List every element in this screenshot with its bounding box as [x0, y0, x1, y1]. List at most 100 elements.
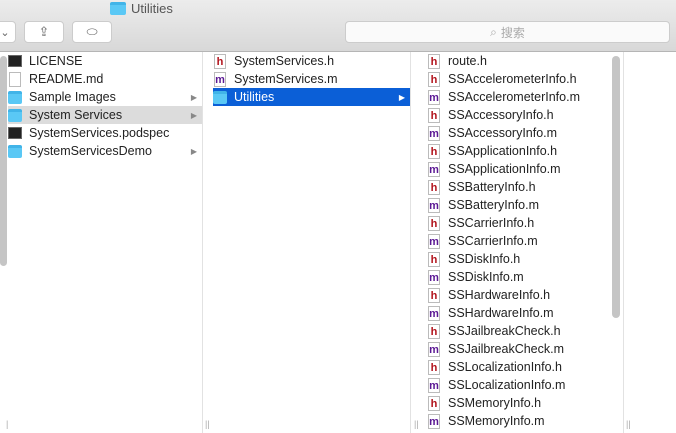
share-button[interactable]: ⇪: [24, 21, 64, 43]
objc-file-icon: m: [428, 161, 440, 177]
list-item[interactable]: SystemServices.podspec: [8, 124, 202, 142]
chevron-down-icon: ⌄: [0, 26, 10, 39]
column-resize-handle[interactable]: ||: [414, 419, 419, 429]
list-item[interactable]: h SSMemoryInfo.h: [427, 394, 623, 412]
list-item[interactable]: h SSAccelerometerInfo.h: [427, 70, 623, 88]
column-3: h route.h h SSAccelerometerInfo.h m SSAcceler…: [411, 52, 624, 433]
objc-file-icon: m: [428, 269, 440, 285]
list-item[interactable]: m SSApplicationInfo.m: [427, 160, 623, 178]
item-label: SSJailbreakCheck.m: [448, 342, 565, 356]
list-item[interactable]: m SSBatteryInfo.m: [427, 196, 623, 214]
item-label: SSLocalizationInfo.h: [448, 360, 562, 374]
list-item[interactable]: m SSJailbreakCheck.m: [427, 340, 623, 358]
objc-file-icon: m: [428, 413, 440, 429]
item-label: SSBatteryInfo.h: [448, 180, 536, 194]
item-label: SSCarrierInfo.h: [448, 216, 535, 230]
tag-icon: ⬭: [86, 24, 98, 39]
list-item[interactable]: h SSApplicationInfo.h: [427, 142, 623, 160]
item-label: SystemServices.m: [234, 72, 338, 86]
folder-icon: [8, 108, 22, 123]
objc-file-icon: m: [428, 377, 440, 393]
view-options-button[interactable]: ⌄: [0, 21, 16, 43]
list-item[interactable]: h SSCarrierInfo.h: [427, 214, 623, 232]
item-label: SSHardwareInfo.m: [448, 306, 554, 320]
list-item[interactable]: SystemServicesDemo ▶: [8, 142, 202, 160]
window-title: Utilities: [110, 0, 173, 17]
item-label: Utilities: [234, 90, 275, 104]
list-item[interactable]: Sample Images ▶: [8, 88, 202, 106]
item-label: SSAccelerometerInfo.m: [448, 90, 580, 104]
disclosure-arrow-icon: ▶: [398, 92, 405, 102]
header-file-icon: h: [427, 53, 441, 69]
item-label: SSLocalizationInfo.m: [448, 378, 566, 392]
item-label: SystemServicesDemo: [29, 144, 152, 158]
objc-file-icon: m: [428, 341, 440, 357]
item-label: LICENSE: [29, 54, 83, 68]
column-resize-handle[interactable]: |: [6, 419, 8, 429]
header-file-icon: h: [427, 251, 441, 267]
list-item[interactable]: README.md: [8, 70, 202, 88]
disclosure-arrow-icon: ▶: [190, 146, 197, 156]
objc-file-icon: m: [428, 305, 440, 321]
list-item[interactable]: h SystemServices.h: [213, 52, 410, 70]
scrollbar-column-3[interactable]: [612, 56, 620, 318]
header-file-icon: h: [427, 323, 441, 339]
header-file-icon: h: [427, 359, 441, 375]
header-file-icon: h: [427, 143, 441, 159]
header-file-icon: h: [427, 287, 441, 303]
terminal-file-icon: [8, 54, 22, 69]
header-file-icon: h: [427, 71, 441, 87]
item-label: SSMemoryInfo.h: [448, 396, 542, 410]
search-placeholder: 搜索: [500, 25, 525, 40]
list-item[interactable]: LICENSE: [8, 52, 202, 70]
list-item[interactable]: h SSHardwareInfo.h: [427, 286, 623, 304]
list-item[interactable]: m SSCarrierInfo.m: [427, 232, 623, 250]
list-item[interactable]: m SSAccessoryInfo.m: [427, 124, 623, 142]
header-file-icon: h: [427, 179, 441, 195]
list-item[interactable]: m SSMemoryInfo.m: [427, 412, 623, 430]
disclosure-arrow-icon: ▶: [190, 92, 197, 102]
item-label: SSDiskInfo.m: [448, 270, 524, 284]
column-2: h SystemServices.h m SystemServices.m Utilit…: [203, 52, 411, 433]
objc-file-icon: m: [428, 197, 440, 213]
list-item[interactable]: m SSHardwareInfo.m: [427, 304, 623, 322]
list-item[interactable]: m SSLocalizationInfo.m: [427, 376, 623, 394]
item-label: SSAccelerometerInfo.h: [448, 72, 577, 86]
column-1: LICENSE README.md Sample Images ▶ System Ser…: [0, 52, 203, 433]
column-resize-handle[interactable]: ||: [626, 419, 631, 429]
item-label: Sample Images: [29, 90, 116, 104]
header-file-icon: h: [427, 395, 441, 411]
list-item[interactable]: h SSDiskInfo.h: [427, 250, 623, 268]
tag-button[interactable]: ⬭: [72, 21, 112, 43]
objc-file-icon: m: [214, 71, 226, 87]
item-label: SSJailbreakCheck.h: [448, 324, 561, 338]
column-resize-handle[interactable]: ||: [205, 419, 210, 429]
list-item[interactable]: h SSBatteryInfo.h: [427, 178, 623, 196]
list-item[interactable]: m SSAccelerometerInfo.m: [427, 88, 623, 106]
list-item[interactable]: m SSDiskInfo.m: [427, 268, 623, 286]
share-icon: ⇪: [38, 24, 50, 39]
objc-file-icon: m: [428, 125, 440, 141]
list-item[interactable]: m SystemServices.m: [213, 70, 410, 88]
list-item[interactable]: h route.h: [427, 52, 623, 70]
folder-icon: [110, 2, 126, 15]
list-item[interactable]: Utilities ▶: [213, 88, 410, 106]
folder-icon: [8, 90, 22, 105]
list-item[interactable]: System Services ▶: [8, 106, 202, 124]
item-label: SSApplicationInfo.h: [448, 144, 558, 158]
item-label: SSDiskInfo.h: [448, 252, 521, 266]
search-input[interactable]: ⌕ 搜索: [345, 21, 670, 43]
item-label: SystemServices.h: [234, 54, 335, 68]
folder-icon: [213, 90, 227, 105]
item-label: README.md: [29, 72, 104, 86]
toolbar: Utilities ⌄ ⇪ ⬭ ⌕ 搜索: [0, 0, 676, 52]
item-label: route.h: [448, 54, 487, 68]
item-label: SystemServices.podspec: [29, 126, 170, 140]
list-item[interactable]: h SSAccessoryInfo.h: [427, 106, 623, 124]
scrollbar-column-1[interactable]: [0, 56, 7, 266]
item-label: SSApplicationInfo.m: [448, 162, 561, 176]
objc-file-icon: m: [428, 233, 440, 249]
list-item[interactable]: h SSLocalizationInfo.h: [427, 358, 623, 376]
window-title-text: Utilities: [131, 1, 173, 16]
list-item[interactable]: h SSJailbreakCheck.h: [427, 322, 623, 340]
